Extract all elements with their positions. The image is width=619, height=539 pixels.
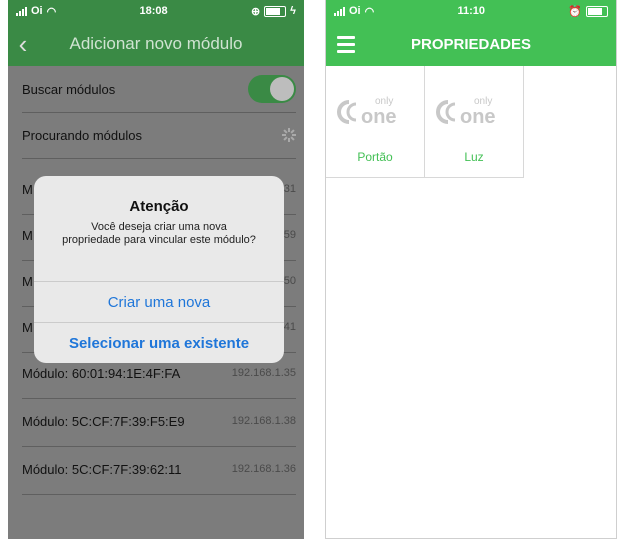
module-ip: 59 bbox=[283, 229, 296, 241]
module-label: Módulo: 5C:CF:7F:39:62:11 bbox=[22, 461, 182, 477]
battery-icon bbox=[264, 5, 287, 17]
module-label: M bbox=[22, 273, 33, 289]
wifi-icon: ◠ bbox=[364, 5, 375, 18]
searching-label: Procurando módulos bbox=[22, 127, 142, 143]
status-time: 11:10 bbox=[457, 5, 486, 17]
module-label: M bbox=[22, 227, 33, 243]
wifi-icon: ◠ bbox=[46, 5, 57, 18]
list-item[interactable]: Módulo: 5C:CF:7F:39:62:11 192.168.1.36 bbox=[22, 452, 296, 486]
hamburger-menu-icon[interactable] bbox=[326, 35, 366, 53]
alert-dialog: Atenção Você deseja criar uma nova propr… bbox=[34, 176, 284, 363]
module-ip: 192.168.1.38 bbox=[231, 415, 296, 427]
carrier-label: Oi bbox=[349, 5, 361, 17]
property-label: Luz bbox=[464, 150, 484, 164]
list-item[interactable]: Módulo: 5C:CF:7F:39:F5:E9 192.168.1.38 bbox=[22, 404, 296, 438]
right-phone-screen: Oi ◠ 11:10 ⏰ PROPRIEDADES only one Portã… bbox=[325, 0, 617, 539]
module-label: M bbox=[22, 319, 33, 335]
module-label: Módulo: 5C:CF:7F:39:F5:E9 bbox=[22, 413, 185, 429]
only-one-logo-icon: only one bbox=[436, 96, 496, 128]
loading-spinner-icon bbox=[282, 128, 296, 142]
search-toggle-label: Buscar módulos bbox=[22, 81, 116, 97]
page-title: Adicionar novo módulo bbox=[69, 34, 243, 53]
status-bar: Oi ◠ 18:08 ⊕ ϟ bbox=[8, 0, 304, 22]
page-title: PROPRIEDADES bbox=[410, 35, 532, 53]
only-one-logo-icon: only one bbox=[337, 96, 397, 128]
nav-bar: ‹ Adicionar novo módulo bbox=[8, 22, 304, 66]
toggle-knob bbox=[270, 77, 294, 101]
module-ip: 41 bbox=[283, 321, 296, 333]
charging-icon: ϟ bbox=[290, 5, 296, 17]
left-phone-screen: Oi ◠ 18:08 ⊕ ϟ ‹ Adicionar novo módulo B… bbox=[8, 0, 304, 539]
logo-one-text: one bbox=[460, 106, 496, 128]
location-icon: ⊕ bbox=[250, 5, 261, 18]
module-label: Módulo: 60:01:94:1E:4F:FA bbox=[22, 365, 181, 381]
module-ip: 192.168.1.36 bbox=[231, 463, 296, 475]
properties-grid: only one Portão only one Luz bbox=[326, 66, 616, 178]
property-label: Portão bbox=[357, 150, 393, 164]
module-label: M bbox=[22, 181, 33, 197]
logo-one-text: one bbox=[361, 106, 397, 128]
battery-icon bbox=[586, 5, 608, 17]
property-tile-luz[interactable]: only one Luz bbox=[425, 66, 524, 178]
search-toggle[interactable] bbox=[248, 75, 296, 103]
module-ip: 50 bbox=[283, 275, 296, 287]
property-tile-portao[interactable]: only one Portão bbox=[326, 66, 425, 178]
carrier-label: Oi bbox=[31, 5, 43, 17]
status-bar: Oi ◠ 11:10 ⏰ bbox=[326, 0, 616, 22]
dialog-message: Você deseja criar uma nova propriedade p… bbox=[62, 221, 256, 246]
signal-icon bbox=[334, 6, 345, 16]
module-ip: 31 bbox=[283, 183, 296, 195]
nav-bar: PROPRIEDADES bbox=[326, 22, 616, 66]
select-existing-button[interactable]: Selecionar uma existente bbox=[34, 322, 284, 363]
dialog-title: Atenção bbox=[129, 198, 189, 215]
create-new-button[interactable]: Criar uma nova bbox=[34, 281, 284, 322]
alarm-icon: ⏰ bbox=[568, 5, 582, 18]
status-time: 18:08 bbox=[139, 5, 168, 17]
module-ip: 192.168.1.35 bbox=[231, 367, 296, 379]
signal-icon bbox=[16, 6, 27, 16]
chevron-left-icon[interactable]: ‹ bbox=[8, 22, 38, 66]
